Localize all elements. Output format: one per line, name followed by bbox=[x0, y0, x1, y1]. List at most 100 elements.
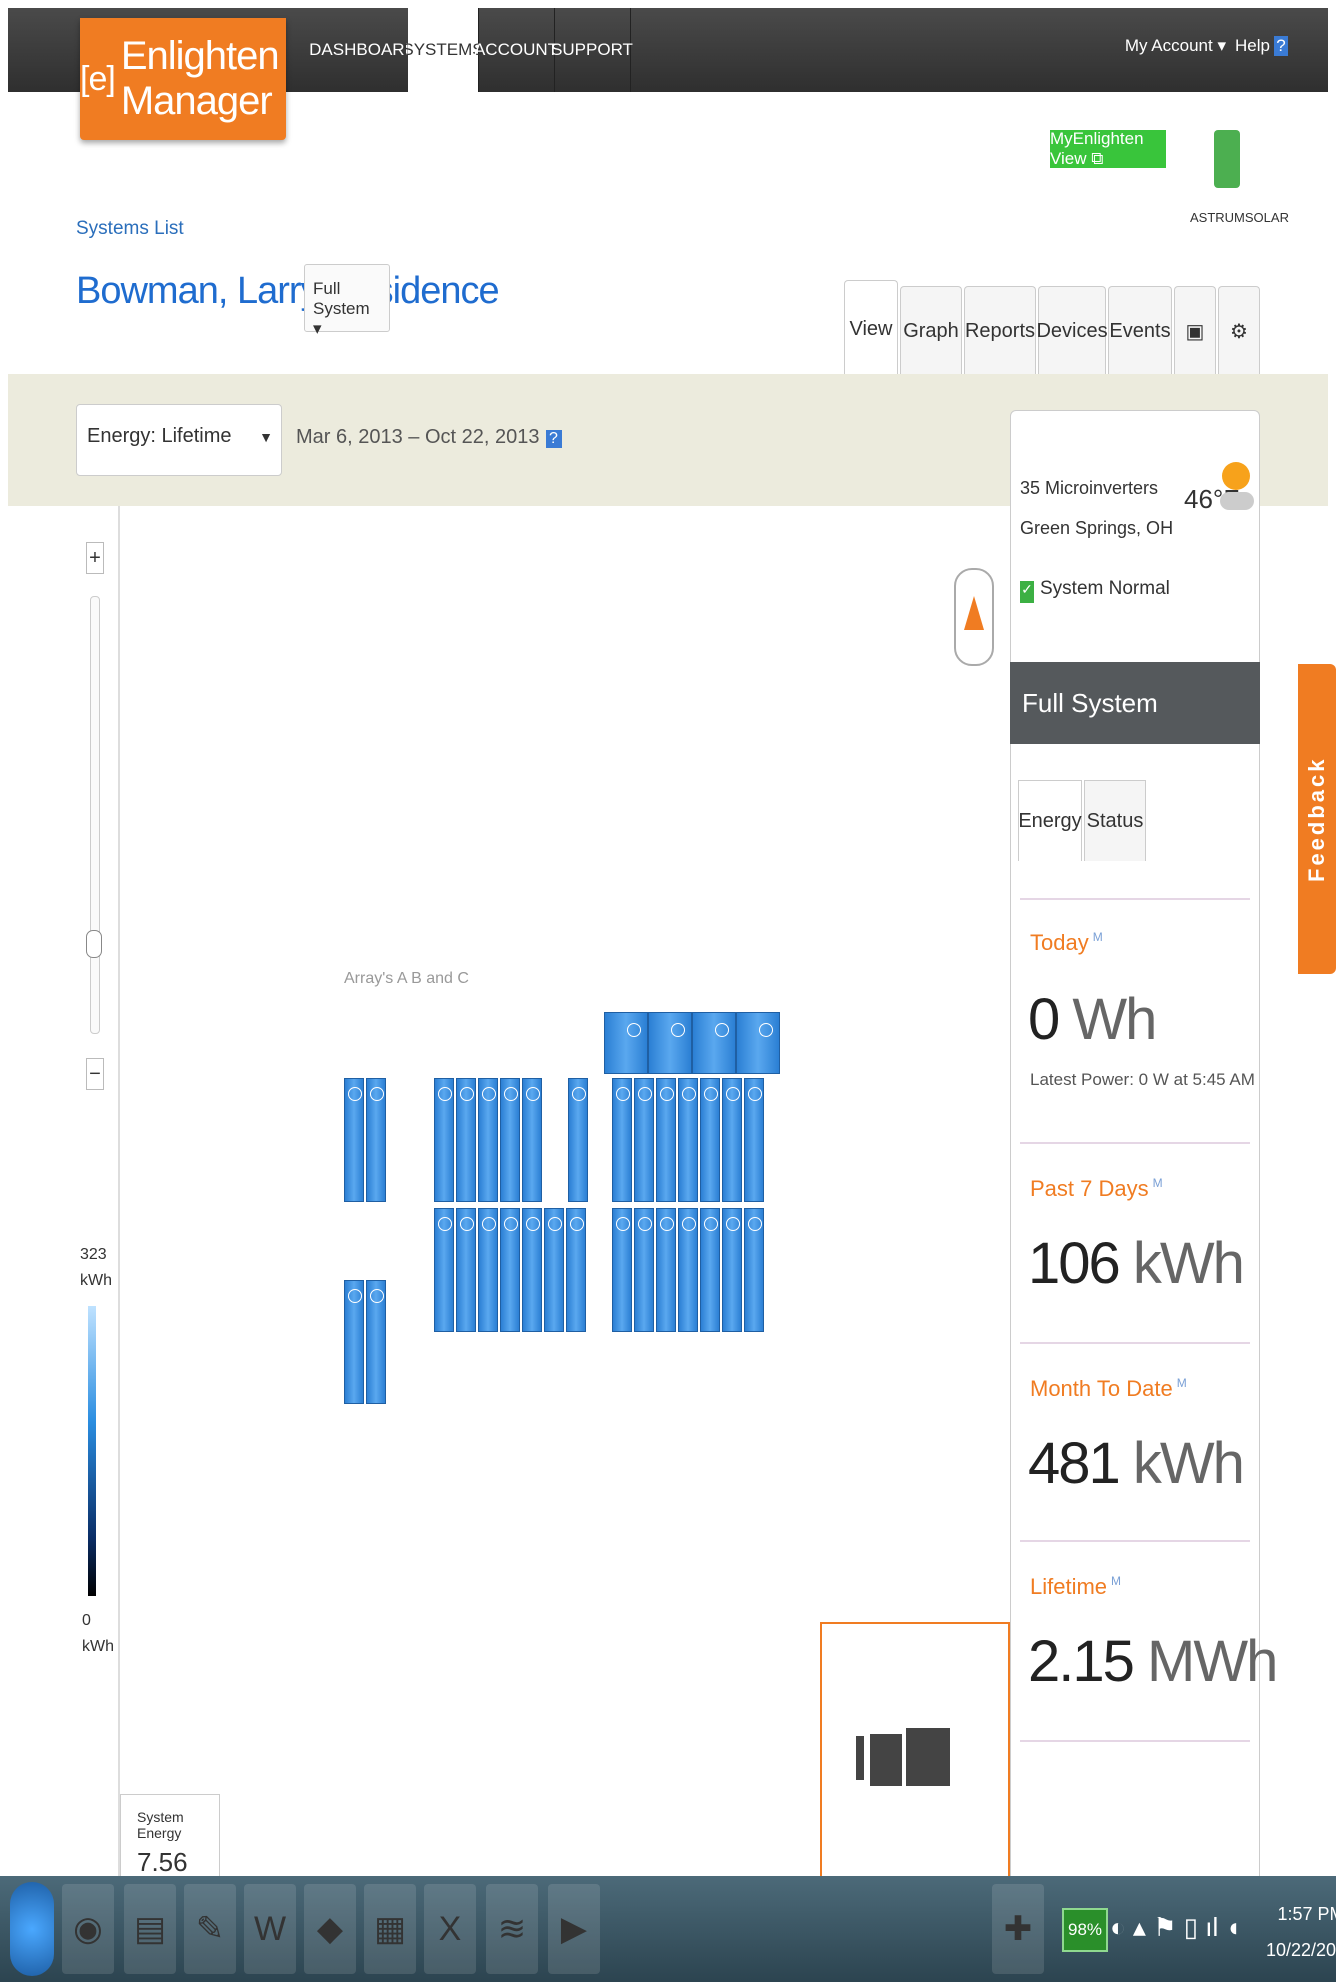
installer-name: ASTRUMSOLAR bbox=[1190, 210, 1289, 225]
nav-systems[interactable]: SYSTEMS bbox=[402, 8, 484, 92]
solar-panel[interactable] bbox=[344, 1078, 364, 1202]
my-account-menu[interactable]: My Account ▾ bbox=[1125, 36, 1226, 56]
solar-panel[interactable] bbox=[744, 1078, 764, 1202]
solar-panel[interactable] bbox=[744, 1208, 764, 1332]
solar-panel[interactable] bbox=[434, 1208, 454, 1332]
lifetime-value: 2.15 MWh bbox=[1028, 1628, 1278, 1695]
tab-devices[interactable]: Devices bbox=[1036, 286, 1108, 375]
solar-panel[interactable] bbox=[500, 1208, 520, 1332]
file-explorer-icon[interactable]: ▤ bbox=[124, 1884, 176, 1974]
tab-energy[interactable]: Energy bbox=[1018, 780, 1082, 861]
tab-status[interactable]: Status bbox=[1084, 780, 1146, 861]
solar-panel[interactable] bbox=[656, 1208, 676, 1332]
spotify-icon[interactable]: ≋ bbox=[486, 1884, 538, 1974]
tab-graph[interactable]: Graph bbox=[900, 286, 962, 375]
taskbar-clock[interactable]: 1:57 PM 10/22/2013 bbox=[1266, 1896, 1336, 1968]
date-range: Mar 6, 2013 – Oct 22, 2013? bbox=[296, 426, 562, 449]
today-number: 0 bbox=[1028, 987, 1060, 1052]
feedback-tab[interactable]: Feedback bbox=[1298, 664, 1336, 974]
chrome-icon[interactable]: ◉ bbox=[62, 1884, 114, 1974]
myenlighten-view-button[interactable]: MyEnlighten View ⧉ bbox=[1050, 129, 1166, 168]
nav-account[interactable]: ACCOUNT bbox=[474, 8, 558, 92]
solar-panel[interactable] bbox=[678, 1208, 698, 1332]
systems-list-link[interactable]: Systems List bbox=[76, 218, 184, 240]
paint-icon[interactable]: ✎ bbox=[184, 1884, 236, 1974]
nav-support[interactable]: SUPPORT bbox=[551, 8, 633, 92]
solar-panel[interactable] bbox=[366, 1280, 386, 1404]
excel-icon[interactable]: X bbox=[424, 1884, 476, 1974]
enlighten-logo[interactable]: [e] Enlighten Manager bbox=[80, 18, 286, 140]
solar-panel[interactable] bbox=[678, 1078, 698, 1202]
solar-panel[interactable] bbox=[522, 1078, 542, 1202]
monitor-icon[interactable]: ▣ bbox=[1174, 286, 1216, 375]
lifetime-label: Lifetime M bbox=[1030, 1574, 1121, 1600]
solar-panel[interactable] bbox=[722, 1078, 742, 1202]
solar-panel[interactable] bbox=[612, 1078, 632, 1202]
gear-icon[interactable]: ⚙ bbox=[1218, 286, 1260, 375]
solar-panel[interactable] bbox=[722, 1208, 742, 1332]
solar-panel[interactable] bbox=[736, 1012, 780, 1074]
solar-panel[interactable] bbox=[692, 1012, 736, 1074]
solar-panel[interactable] bbox=[648, 1012, 692, 1074]
solar-panel[interactable] bbox=[478, 1208, 498, 1332]
zoom-out-button[interactable]: − bbox=[86, 1058, 104, 1090]
solar-panel[interactable] bbox=[500, 1078, 520, 1202]
overview-minimap[interactable] bbox=[820, 1622, 1010, 1882]
system-tray-icons[interactable]: ◐ ▴ ⚑ ▯ ıl ◖ bbox=[1110, 1912, 1241, 1943]
solar-panel[interactable] bbox=[344, 1280, 364, 1404]
solar-panel[interactable] bbox=[634, 1078, 654, 1202]
divider bbox=[1020, 1342, 1250, 1344]
app-tray-icon[interactable]: ✚ bbox=[992, 1884, 1044, 1974]
today-value: 0 Wh bbox=[1028, 986, 1157, 1053]
lifetime-number: 2.15 bbox=[1028, 1629, 1135, 1694]
energy-select[interactable]: Energy: Lifetime ▼ bbox=[76, 404, 282, 476]
start-button-icon[interactable] bbox=[10, 1882, 54, 1976]
help-link[interactable]: Help? bbox=[1235, 36, 1288, 56]
tab-view[interactable]: View bbox=[844, 280, 898, 377]
zoom-slider-handle[interactable] bbox=[86, 930, 102, 958]
nav-dashboard[interactable]: DASHBOARD bbox=[309, 8, 417, 92]
solar-panel[interactable] bbox=[522, 1208, 542, 1332]
help-icon: ? bbox=[1274, 36, 1288, 56]
compass-icon[interactable] bbox=[954, 568, 994, 666]
solar-panel[interactable] bbox=[478, 1078, 498, 1202]
solar-panel[interactable] bbox=[656, 1078, 676, 1202]
solar-panel[interactable] bbox=[566, 1208, 586, 1332]
week-value: 106 kWh bbox=[1028, 1230, 1245, 1297]
solar-panel[interactable] bbox=[634, 1208, 654, 1332]
date-help-icon[interactable]: ? bbox=[545, 430, 562, 448]
solar-panel[interactable] bbox=[456, 1078, 476, 1202]
legend-max: 323 kWh bbox=[80, 1242, 112, 1294]
system-name: Bowman, Larry Residence bbox=[76, 270, 500, 312]
info-marker[interactable]: M bbox=[1153, 1176, 1163, 1190]
tab-events[interactable]: Events bbox=[1108, 286, 1172, 375]
solar-panel[interactable] bbox=[544, 1208, 564, 1332]
solar-panel[interactable] bbox=[604, 1012, 648, 1074]
sticky-notes-icon[interactable]: ◆ bbox=[304, 1884, 356, 1974]
month-unit: kWh bbox=[1132, 1431, 1245, 1496]
solar-panel[interactable] bbox=[434, 1078, 454, 1202]
divider bbox=[1020, 1142, 1250, 1144]
month-number: 481 bbox=[1028, 1431, 1121, 1496]
zoom-slider[interactable] bbox=[90, 596, 100, 1034]
calculator-icon[interactable]: ▦ bbox=[364, 1884, 416, 1974]
latest-power: Latest Power: 0 W at 5:45 AM bbox=[1030, 1070, 1255, 1089]
media-app-icon[interactable]: ▶ bbox=[548, 1884, 600, 1974]
info-marker[interactable]: M bbox=[1093, 930, 1103, 944]
solar-panel[interactable] bbox=[366, 1078, 386, 1202]
zoom-in-button[interactable]: + bbox=[86, 542, 104, 574]
scope-dropdown[interactable]: Full System ▾ bbox=[304, 264, 390, 338]
today-label: Today M bbox=[1030, 930, 1103, 956]
legend-min: 0 kWh bbox=[82, 1608, 114, 1660]
info-marker[interactable]: M bbox=[1177, 1376, 1187, 1390]
solar-panel[interactable] bbox=[612, 1208, 632, 1332]
battery-indicator[interactable]: 98% bbox=[1062, 1908, 1108, 1952]
solar-panel[interactable] bbox=[700, 1208, 720, 1332]
solar-panel[interactable] bbox=[568, 1078, 588, 1202]
tab-reports[interactable]: Reports bbox=[964, 286, 1036, 375]
solar-panel[interactable] bbox=[456, 1208, 476, 1332]
today-unit: Wh bbox=[1072, 987, 1157, 1052]
info-marker[interactable]: M bbox=[1111, 1574, 1121, 1588]
solar-panel[interactable] bbox=[700, 1078, 720, 1202]
word-icon[interactable]: W bbox=[244, 1884, 296, 1974]
